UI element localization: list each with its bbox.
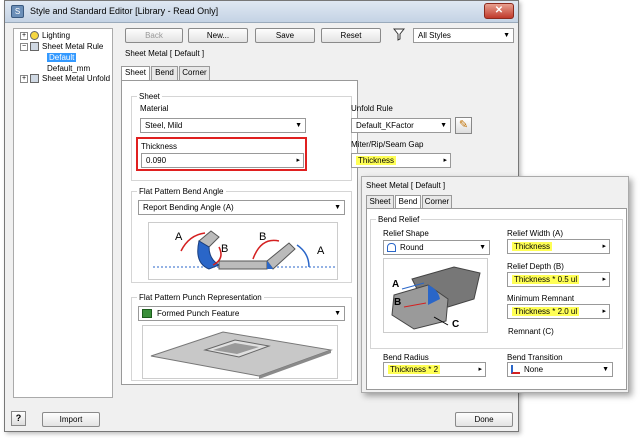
expand-icon[interactable]: + bbox=[20, 31, 28, 40]
bend-angle-dropdown[interactable]: Report Bending Angle (A) ▼ bbox=[138, 200, 345, 215]
window-title: Style and Standard Editor [Library - Rea… bbox=[30, 6, 219, 16]
inset-tab-bend[interactable]: Bend bbox=[395, 195, 421, 209]
help-button[interactable]: ? bbox=[11, 411, 26, 426]
round-relief-icon bbox=[387, 243, 396, 252]
relief-a-label: A bbox=[392, 279, 400, 290]
bend-angle-label: Flat Pattern Bend Angle bbox=[137, 187, 226, 196]
lightbulb-icon bbox=[30, 31, 39, 41]
app-icon: S bbox=[11, 5, 24, 18]
unfold-icon bbox=[30, 74, 39, 84]
relief-width-field[interactable]: Thickness ▸ bbox=[507, 239, 610, 254]
page-title: Sheet Metal [ Default ] bbox=[125, 49, 205, 58]
tree-item-sheet-metal-unfold[interactable]: + Sheet Metal Unfold bbox=[20, 74, 110, 84]
punch-feature-icon bbox=[142, 309, 152, 318]
tab-corner[interactable]: Corner bbox=[179, 66, 210, 80]
collapse-icon[interactable]: − bbox=[20, 42, 28, 51]
filter-icon[interactable] bbox=[392, 28, 406, 41]
bend-radius-label: Bend Radius bbox=[383, 353, 429, 362]
close-button[interactable]: ✕ bbox=[484, 3, 514, 19]
edit-pencil-icon[interactable]: ✎ bbox=[455, 117, 472, 134]
styles-filter-dropdown[interactable]: All Styles ▼ bbox=[413, 28, 514, 43]
unfold-rule-dropdown[interactable]: Default_KFactor ▼ bbox=[351, 118, 451, 133]
tree-item-default-mm[interactable]: Default_mm bbox=[47, 64, 90, 73]
inset-tab-corner[interactable]: Corner bbox=[422, 195, 452, 209]
chevron-down-icon: ▼ bbox=[334, 310, 341, 317]
material-label: Material bbox=[140, 104, 169, 113]
bend-angle-diagram: A B B A bbox=[148, 222, 338, 280]
tree-item-default[interactable]: Default bbox=[47, 53, 77, 62]
relief-depth-label: Relief Depth (B) bbox=[507, 262, 564, 271]
bend-relief-label: Bend Relief bbox=[376, 215, 422, 224]
radius-b-label: B bbox=[221, 243, 229, 255]
tree-item-lighting[interactable]: + Lighting bbox=[20, 31, 70, 41]
chevron-down-icon: ▼ bbox=[295, 122, 302, 129]
done-button[interactable]: Done bbox=[455, 412, 513, 427]
gap-label: Miter/Rip/Seam Gap bbox=[351, 140, 424, 149]
angle-a-label: A bbox=[175, 231, 183, 243]
expand-icon[interactable]: + bbox=[20, 74, 28, 83]
radius-b-label-2: B bbox=[259, 231, 267, 243]
remnant-c-label: Remnant (C) bbox=[508, 327, 554, 336]
inset-heading: Sheet Metal [ Default ] bbox=[366, 181, 446, 190]
bend-transition-label: Bend Transition bbox=[507, 353, 563, 362]
chevron-down-icon: ▼ bbox=[602, 366, 609, 373]
import-button[interactable]: Import bbox=[42, 412, 100, 427]
relief-b-label: B bbox=[394, 297, 402, 308]
min-remnant-field[interactable]: Thickness * 2.0 ul ▸ bbox=[507, 304, 610, 319]
min-remnant-label: Minimum Remnant bbox=[507, 294, 575, 303]
chevron-right-icon: ▸ bbox=[602, 276, 606, 283]
reset-button[interactable]: Reset bbox=[321, 28, 381, 43]
relief-width-label: Relief Width (A) bbox=[507, 229, 564, 238]
back-button[interactable]: Back bbox=[125, 28, 183, 43]
sheet-metal-icon bbox=[30, 42, 39, 52]
angle-a-label-2: A bbox=[317, 245, 325, 257]
material-dropdown[interactable]: Steel, Mild ▼ bbox=[140, 118, 306, 133]
chevron-down-icon: ▼ bbox=[503, 32, 510, 39]
relief-depth-field[interactable]: Thickness * 0.5 ul ▸ bbox=[507, 272, 610, 287]
bend-transition-dropdown[interactable]: None ▼ bbox=[507, 362, 613, 377]
chevron-down-icon: ▼ bbox=[440, 122, 447, 129]
chevron-right-icon: ▸ bbox=[602, 243, 606, 250]
chevron-down-icon: ▼ bbox=[479, 244, 486, 251]
tab-bend[interactable]: Bend bbox=[151, 66, 178, 80]
unfold-rule-label: Unfold Rule bbox=[351, 104, 393, 113]
relief-diagram: A B C bbox=[383, 258, 488, 333]
chevron-right-icon: ▸ bbox=[443, 157, 447, 164]
punch-label: Flat Pattern Punch Representation bbox=[137, 293, 264, 302]
gap-field[interactable]: Thickness ▸ bbox=[351, 153, 451, 168]
thickness-label: Thickness bbox=[141, 142, 178, 151]
thickness-field[interactable]: 0.090 ▸ bbox=[141, 153, 304, 168]
tab-sheet[interactable]: Sheet bbox=[121, 66, 150, 81]
chevron-right-icon: ▸ bbox=[296, 157, 300, 164]
chevron-down-icon: ▼ bbox=[334, 204, 341, 211]
punch-dropdown[interactable]: Formed Punch Feature ▼ bbox=[138, 306, 345, 321]
title-bar: S Style and Standard Editor [Library - R… bbox=[5, 1, 518, 23]
transition-icon bbox=[511, 365, 520, 374]
relief-shape-label: Relief Shape bbox=[383, 229, 429, 238]
style-tree[interactable]: + Lighting − Sheet Metal Rule Default Defa… bbox=[13, 28, 113, 398]
sheet-group-label: Sheet bbox=[137, 92, 162, 101]
chevron-right-icon: ▸ bbox=[602, 308, 606, 315]
bend-radius-field[interactable]: Thickness * 2 ▸ bbox=[383, 362, 486, 377]
punch-preview bbox=[142, 325, 338, 379]
inset-tab-sheet[interactable]: Sheet bbox=[366, 195, 394, 209]
save-button[interactable]: Save bbox=[255, 28, 315, 43]
relief-shape-dropdown[interactable]: Round ▼ bbox=[383, 240, 490, 255]
new-button[interactable]: New... bbox=[188, 28, 248, 43]
relief-c-label: C bbox=[452, 319, 460, 330]
tree-item-sheet-metal-rule[interactable]: − Sheet Metal Rule bbox=[20, 42, 103, 52]
chevron-right-icon: ▸ bbox=[478, 366, 482, 373]
